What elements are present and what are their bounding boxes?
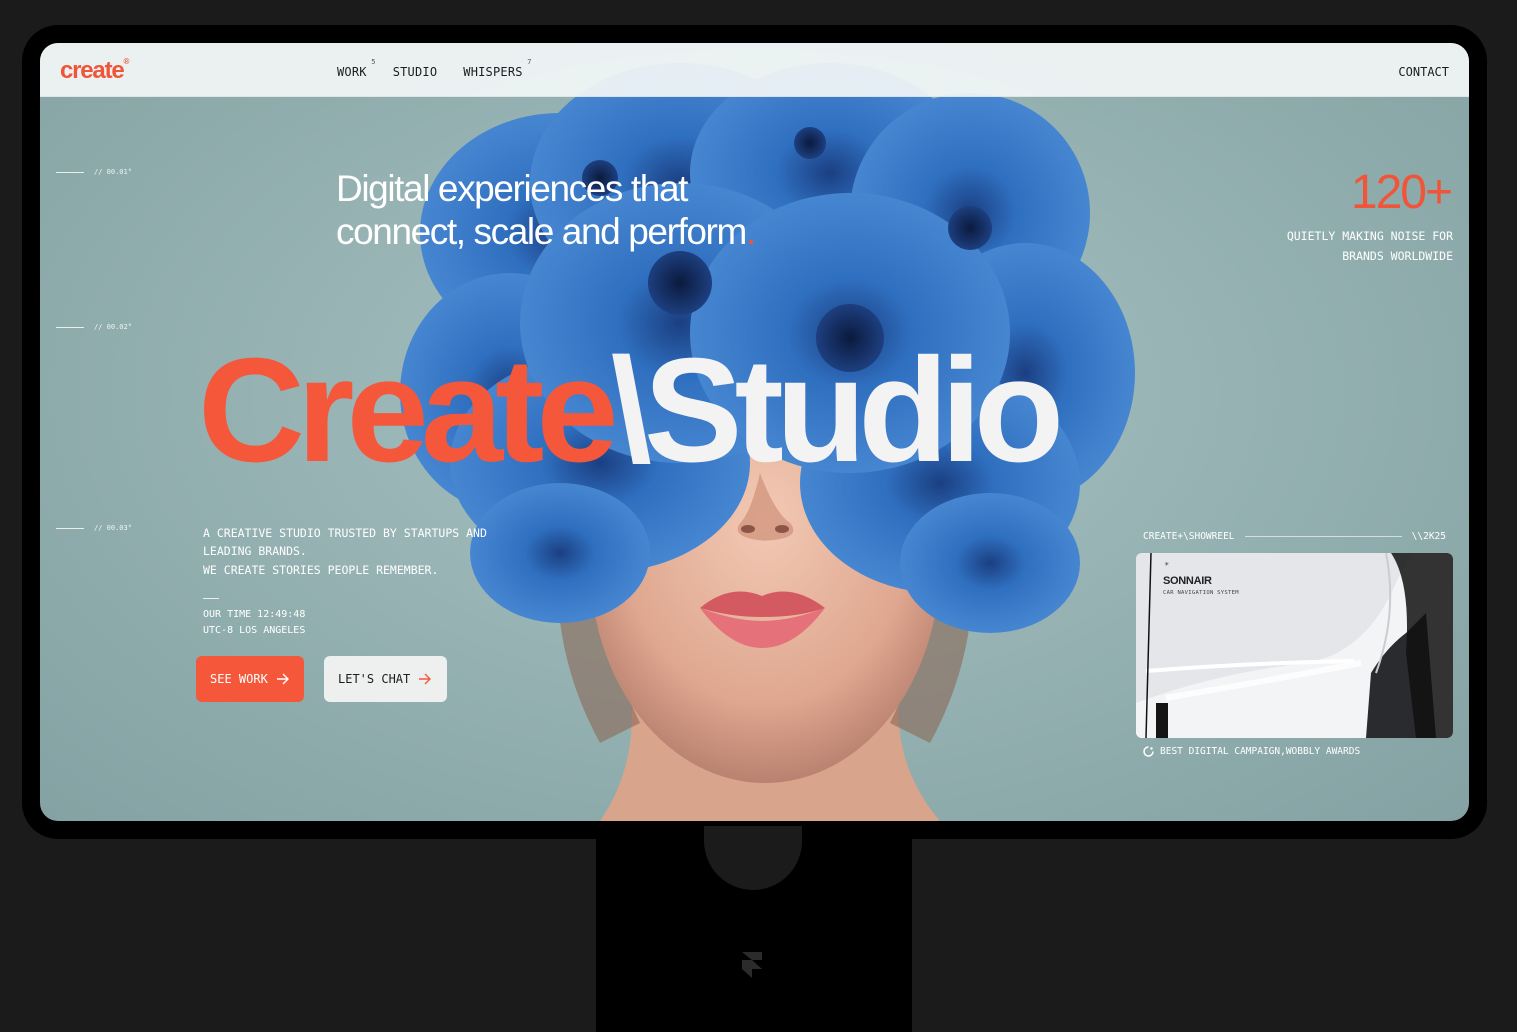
framer-logo-icon xyxy=(742,952,762,978)
card-subtitle: CAR NAVIGATION SYSTEM xyxy=(1163,590,1239,596)
arrow-right-icon xyxy=(276,673,289,685)
award-text: BEST DIGITAL CAMPAIGN,WOBBLY AWARDS xyxy=(1160,746,1361,757)
nav-contact-link[interactable]: CONTACT xyxy=(1398,65,1449,79)
laurel-icon xyxy=(1143,746,1154,757)
showreel-year: \\2K25 xyxy=(1411,531,1446,542)
intro-line-1: A CREATIVE STUDIO TRUSTED BY STARTUPS AN… xyxy=(203,526,487,558)
nav-link-label: WORK xyxy=(337,65,367,79)
lets-chat-label: LET'S CHAT xyxy=(338,672,411,686)
intro-line-2: WE CREATE STORIES PEOPLE REMEMBER. xyxy=(203,563,439,577)
hero-title: Create\Studio xyxy=(198,328,1064,493)
nav-link-label: WHISPERS xyxy=(463,65,523,79)
brand-logo-mark: ® xyxy=(123,57,130,66)
stat-caption-line-1: QUIETLY MAKING NOISE FOR xyxy=(1286,229,1453,243)
headline-line-1: Digital experiences that xyxy=(336,168,688,209)
nav-link-count: 5 xyxy=(371,58,376,66)
time-line-2: UTC-8 LOS ANGELES xyxy=(203,625,306,636)
headline-line-2: connect, scale and perform. xyxy=(336,210,896,253)
monitor-stand xyxy=(596,826,912,1032)
see-work-label: SEE WORK xyxy=(210,672,268,686)
website-screen: create® WORK 5 STUDIO WHISPERS 7 CONTACT /… xyxy=(40,43,1469,821)
nav-link-label: STUDIO xyxy=(392,65,438,79)
card-brand: SONNAIR xyxy=(1163,575,1212,587)
nav-link-count: 7 xyxy=(527,58,532,66)
stand-notch xyxy=(704,826,802,890)
marker-label: // 00.02° xyxy=(94,323,132,331)
side-marker: // 00.02° xyxy=(56,323,132,331)
time-line-1: OUR TIME 12:49:48 xyxy=(203,609,306,620)
see-work-button[interactable]: SEE WORK xyxy=(196,656,304,702)
nav-link-work[interactable]: WORK 5 xyxy=(337,58,375,79)
hero-headline: Digital experiences that connect, scale … xyxy=(336,167,896,253)
local-time: OUR TIME 12:49:48 UTC-8 LOS ANGELES xyxy=(203,607,305,639)
marker-line xyxy=(56,171,84,173)
showreel-label: CREATE+\SHOWREEL xyxy=(1143,531,1235,542)
stat-number: 120+ xyxy=(1350,166,1453,219)
award-badge: BEST DIGITAL CAMPAIGN,WOBBLY AWARDS xyxy=(1143,746,1360,757)
showreel-header: CREATE+\SHOWREEL \\2K25 xyxy=(1143,531,1446,542)
title-studio: Studio xyxy=(643,328,1064,493)
marker-label: // 00.01° xyxy=(94,168,132,176)
arrow-right-icon xyxy=(419,673,432,685)
nav-link-studio[interactable]: STUDIO xyxy=(393,65,438,79)
intro-divider xyxy=(203,598,219,599)
lets-chat-button[interactable]: LET'S CHAT xyxy=(324,656,447,702)
brand-logo-text: create xyxy=(60,57,125,84)
marker-line xyxy=(56,326,84,328)
title-create: Create xyxy=(198,328,619,493)
showreel-rule xyxy=(1244,536,1402,537)
side-marker: // 00.01° xyxy=(56,168,132,176)
stat-caption: QUIETLY MAKING NOISE FOR BRANDS WORLDWID… xyxy=(1233,226,1453,266)
marker-line xyxy=(56,527,84,529)
stat-caption-line-2: BRANDS WORLDWIDE xyxy=(1342,249,1453,263)
nav-link-whispers[interactable]: WHISPERS 7 xyxy=(463,58,531,79)
brand-logo[interactable]: create® xyxy=(60,57,130,85)
marker-label: // 00.03° xyxy=(94,524,132,532)
side-marker: // 00.03° xyxy=(56,524,132,532)
intro-text: A CREATIVE STUDIO TRUSTED BY STARTUPS AN… xyxy=(203,525,503,580)
navbar: create® WORK 5 STUDIO WHISPERS 7 CONTACT xyxy=(40,43,1469,97)
card-brand-mark-icon: ☀ xyxy=(1164,562,1170,568)
nav-links: WORK 5 STUDIO WHISPERS 7 xyxy=(337,58,531,79)
headline-line-2-text: connect, scale and perform xyxy=(336,211,747,252)
showreel-video-card[interactable]: ☀ SONNAIR CAR NAVIGATION SYSTEM xyxy=(1136,553,1453,738)
title-slash: \ xyxy=(610,328,652,493)
headline-dot: . xyxy=(745,211,756,252)
